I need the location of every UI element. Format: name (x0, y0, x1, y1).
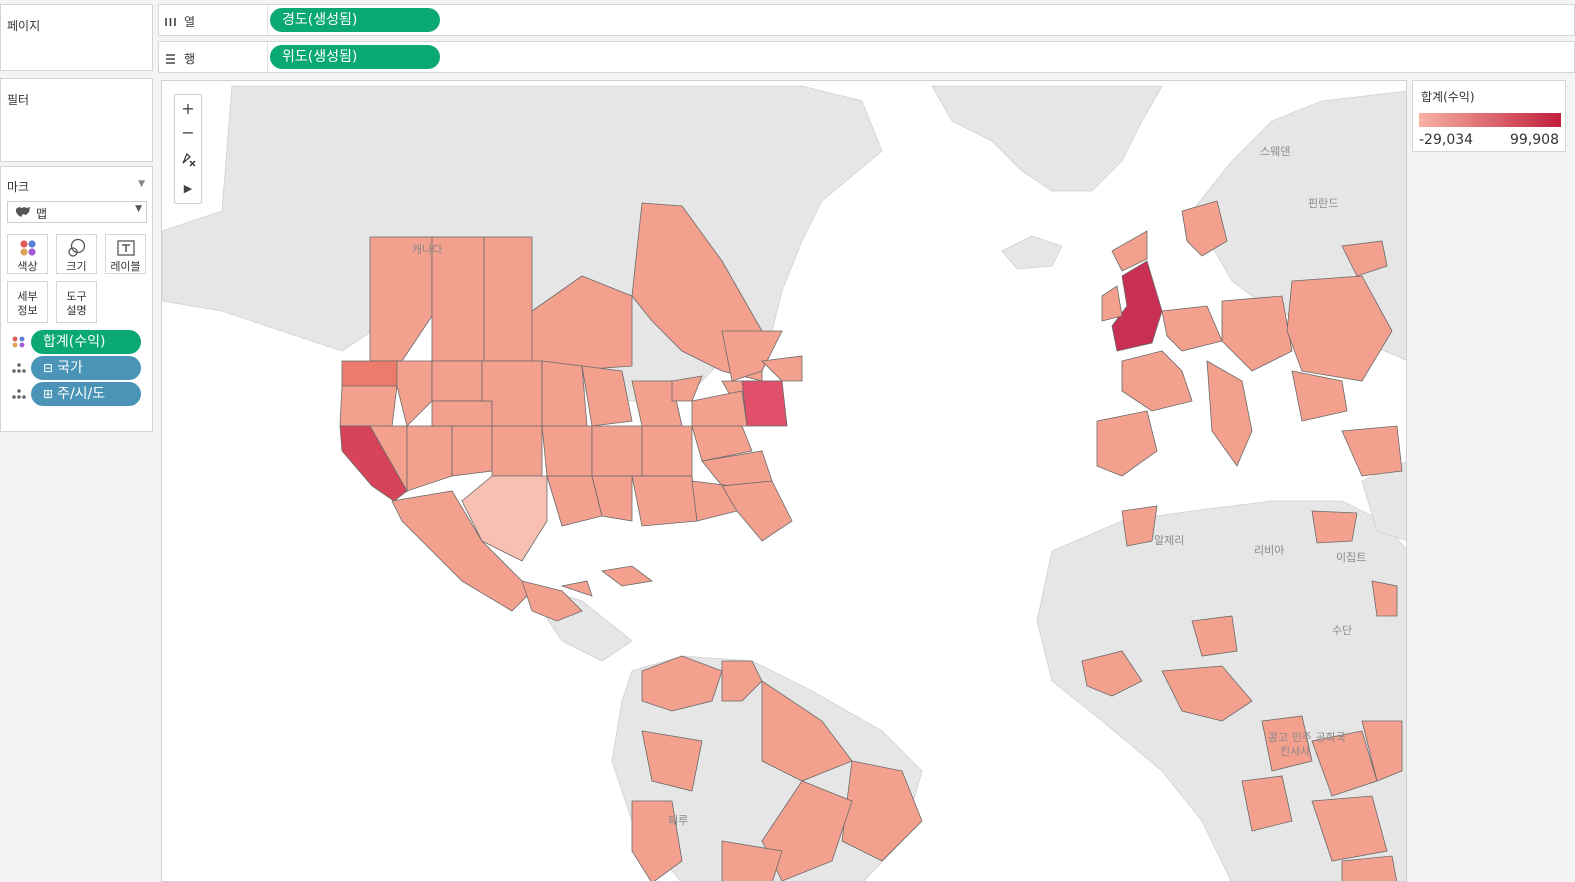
latitude-pill-label: 위도(생성됨) (282, 49, 358, 65)
size-button[interactable]: 크기 (56, 234, 97, 274)
columns-label: 열 (184, 15, 196, 29)
size-icon (68, 238, 86, 257)
rows-label: 행 (184, 52, 196, 66)
mark-field-state[interactable]: ⊞ 주/시/도 (11, 382, 143, 406)
pin-reset-icon (182, 152, 196, 167)
filters-title: 필터 (7, 93, 30, 107)
columns-shelf[interactable]: 열 경도(생성됨) (158, 4, 1575, 36)
map-label-canada: 캐나다 (412, 243, 442, 256)
pages-card[interactable]: 페이지 (0, 4, 153, 71)
color-icon (12, 336, 25, 348)
country-pill[interactable]: ⊟ 국가 (31, 356, 141, 380)
detail-icon (12, 389, 26, 399)
country-pill-prefix[interactable]: ⊟ (43, 361, 53, 375)
mark-type-label: 맵 (36, 207, 48, 221)
expand-toolbar-button[interactable]: ▶ (175, 177, 201, 201)
rows-icon (166, 53, 175, 64)
tooltip-button-label: 도구 설명 (66, 290, 87, 317)
mark-type-dropdown[interactable]: 맵 ▼ (7, 201, 147, 223)
map-label-finland: 핀란드 (1308, 197, 1338, 210)
map-label-sweden: 스웨덴 (1260, 145, 1290, 158)
mark-field-revenue[interactable]: 합계(수익) (11, 330, 143, 354)
legend-gradient-bar (1419, 113, 1561, 127)
legend-min-label: -29,034 (1419, 132, 1474, 148)
map-icon (16, 207, 30, 217)
tooltip-button[interactable]: 도구 설명 (56, 281, 97, 323)
map-label-sudan: 수단 (1332, 624, 1352, 637)
marks-collapse-icon[interactable]: ▼ (138, 179, 145, 189)
columns-icon (165, 17, 176, 26)
reset-map-button[interactable] (175, 147, 201, 171)
map-label-drc: 콩고 민주 공화국 (1268, 731, 1346, 744)
color-icon (20, 240, 36, 256)
detail-icon (12, 363, 26, 373)
map-label-libya: 리비아 (1254, 544, 1284, 557)
longitude-pill-label: 경도(생성됨) (282, 12, 358, 28)
state-pill[interactable]: ⊞ 주/시/도 (31, 382, 141, 406)
revenue-pill[interactable]: 합계(수익) (31, 330, 141, 354)
world-map[interactable]: 캐나다 스웨덴 핀란드 알제리 리비아 이집트 수단 콩고 민주 공화국 킨샤사… (162, 81, 1407, 882)
map-label-kinshasa: 킨샤사 (1280, 745, 1310, 758)
detail-button-label: 세부 정보 (17, 290, 38, 317)
map-label-egypt: 이집트 (1336, 551, 1366, 564)
rows-shelf[interactable]: 행 위도(생성됨) (158, 41, 1575, 73)
mark-field-country[interactable]: ⊟ 국가 (11, 356, 143, 380)
label-button[interactable]: 레이블 (105, 234, 146, 274)
longitude-pill[interactable]: 경도(생성됨) (270, 8, 440, 32)
map-label-algeria: 알제리 (1154, 533, 1184, 547)
detail-icon (8, 282, 47, 290)
size-button-label: 크기 (66, 260, 87, 273)
filters-card[interactable]: 필터 (0, 78, 153, 162)
map-view[interactable]: 캐나다 스웨덴 핀란드 알제리 리비아 이집트 수단 콩고 민주 공화국 킨샤사… (161, 80, 1407, 882)
label-button-label: 레이블 (110, 260, 141, 273)
pages-title: 페이지 (7, 19, 41, 33)
revenue-pill-label: 합계(수익) (43, 334, 106, 350)
latitude-pill[interactable]: 위도(생성됨) (270, 45, 440, 69)
legend-max-label: 99,908 (1510, 132, 1559, 148)
chevron-down-icon: ▼ (135, 204, 142, 214)
color-legend[interactable]: 합계(수익) -29,034 99,908 (1412, 80, 1566, 152)
map-label-peru: 페루 (668, 814, 688, 827)
marks-card: 마크 ▼ 맵 ▼ 색상 크기 레이블 세부 정보 도구 설명 합계(수익) ⊟ … (0, 166, 153, 432)
map-zoom-controls: + − ▶ (174, 94, 202, 204)
zoom-in-button[interactable]: + (175, 97, 201, 121)
country-pill-label: 국가 (57, 360, 83, 376)
legend-title: 합계(수익) (1421, 90, 1475, 104)
marks-title: 마크 (7, 180, 30, 194)
tooltip-icon (57, 282, 96, 290)
state-pill-label: 주/시/도 (57, 386, 106, 402)
color-button-label: 색상 (17, 260, 38, 273)
play-arrow-icon: ▶ (183, 182, 193, 195)
color-button[interactable]: 색상 (7, 234, 48, 274)
detail-button[interactable]: 세부 정보 (7, 281, 48, 323)
state-pill-prefix[interactable]: ⊞ (43, 387, 53, 401)
zoom-out-button[interactable]: − (175, 121, 201, 145)
label-icon (117, 240, 135, 256)
